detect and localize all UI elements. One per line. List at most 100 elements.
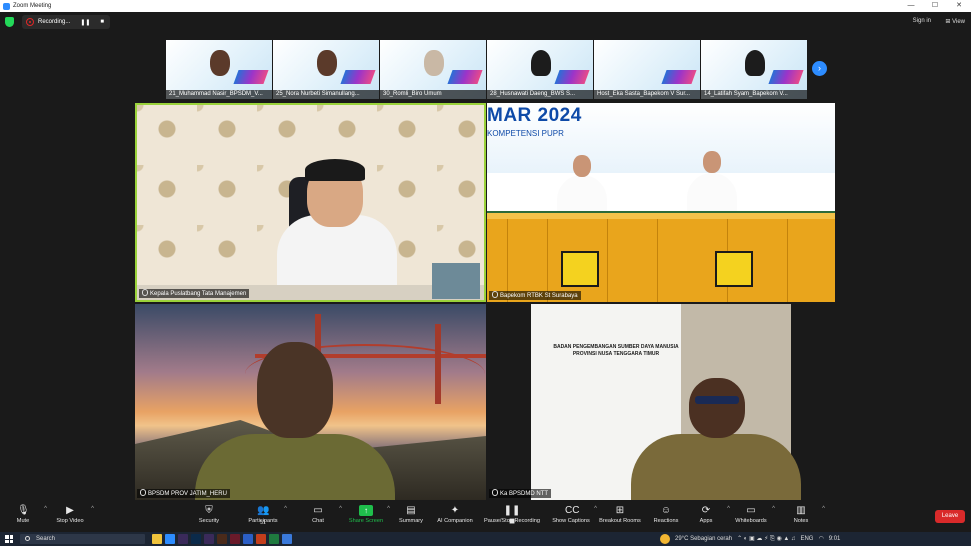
leave-button[interactable]: Leave bbox=[935, 510, 965, 523]
summary-label: Summary bbox=[399, 518, 423, 524]
slide-decoration bbox=[233, 70, 269, 84]
skirt-fold bbox=[787, 213, 788, 302]
pause-recording-label: Pause/Stop Recording bbox=[484, 518, 540, 524]
pause-stop-recording-button[interactable]: ❚❚ ■ Pause/Stop Recording bbox=[476, 505, 548, 527]
video-camera-icon: ▶ bbox=[66, 505, 74, 516]
stop-recording-icon[interactable]: ■ bbox=[100, 19, 104, 25]
participant-face bbox=[317, 50, 337, 76]
participant-thumbnail[interactable]: Host_Eka Sasta_Bapekom V Sur... bbox=[594, 40, 700, 99]
slide-decoration bbox=[661, 70, 697, 84]
chevron-up-icon[interactable]: ^ bbox=[284, 506, 287, 512]
captions-label: Show Captions bbox=[552, 518, 590, 524]
illustrator-icon[interactable] bbox=[217, 534, 227, 544]
taskbar-apps bbox=[152, 534, 292, 544]
weather-icon bbox=[660, 534, 670, 544]
participant-thumbnail[interactable]: 30_Romli_Biro Umum bbox=[380, 40, 486, 99]
window-titlebar: Zoom Meeting — ☐ ✕ bbox=[0, 0, 971, 12]
premiere-icon[interactable] bbox=[204, 534, 214, 544]
stop-video-button[interactable]: ▶ Stop Video ^ bbox=[42, 505, 98, 524]
chat-label: Chat bbox=[312, 518, 324, 524]
participant-thumbnail[interactable]: 25_Nora Nurbeti Simanullang... bbox=[273, 40, 379, 99]
thumbnail-label: Host_Eka Sasta_Bapekom V Sur... bbox=[594, 90, 700, 99]
recording-label: Recording... bbox=[38, 19, 71, 25]
language-indicator[interactable]: ENG bbox=[800, 534, 813, 544]
chevron-up-icon[interactable]: ^ bbox=[822, 506, 825, 512]
whiteboards-button[interactable]: ▭ Whiteboards ^ bbox=[723, 505, 779, 524]
participant-face bbox=[210, 50, 230, 76]
security-shield-icon[interactable] bbox=[5, 17, 14, 27]
participant-thumbnail[interactable]: 21_Muhammad Nasir_BPSDM_V... bbox=[166, 40, 272, 99]
pupr-emblem-icon bbox=[561, 251, 599, 287]
search-icon bbox=[25, 536, 30, 541]
thumbnail-label: 25_Nora Nurbeti Simanullang... bbox=[273, 90, 379, 99]
slide-decoration bbox=[340, 70, 376, 84]
notes-button[interactable]: ▥ Notes ^ bbox=[773, 505, 829, 524]
security-button[interactable]: ⛨ Security bbox=[181, 505, 237, 524]
clock[interactable]: 9:01 bbox=[829, 534, 841, 544]
photoshop-icon[interactable] bbox=[191, 534, 201, 544]
excel-icon[interactable] bbox=[269, 534, 279, 544]
minimize-icon[interactable]: — bbox=[899, 0, 923, 12]
presenter-face bbox=[573, 155, 591, 177]
participant-name-text: Ka BPSDMD NTT bbox=[500, 491, 549, 497]
reactions-label: Reactions bbox=[653, 518, 679, 524]
video-tile-active-speaker[interactable]: Kepala Puslatbang Tata Manajemen bbox=[135, 103, 486, 302]
windows-start-icon[interactable] bbox=[5, 535, 13, 543]
weather-text[interactable]: 29°C Sebagian cerah bbox=[675, 534, 732, 544]
video-tile[interactable]: BADAN PENGEMBANGAN SUMBER DAYA MANUSIA P… bbox=[487, 304, 835, 500]
mic-icon bbox=[492, 489, 498, 496]
slide-subtitle: KOMPETENSI PUPR bbox=[487, 129, 564, 138]
video-tile[interactable]: MAR 2024 KOMPETENSI PUPR Bapekom RTBK St… bbox=[487, 103, 835, 302]
whiteboard-icon: ▭ bbox=[746, 505, 756, 516]
stage-banner: MAR 2024 KOMPETENSI PUPR bbox=[487, 103, 835, 173]
pause-stop-icon: ❚❚ ■ bbox=[503, 505, 521, 527]
ai-companion-button[interactable]: ✦ AI Companion bbox=[427, 505, 483, 524]
participant-face bbox=[531, 50, 551, 76]
banner-text: BADAN PENGEMBANGAN SUMBER DAYA MANUSIA P… bbox=[553, 344, 679, 357]
wifi-icon[interactable]: ◠ bbox=[818, 534, 823, 544]
sign-in-link[interactable]: Sign in bbox=[913, 18, 931, 24]
taskbar-search[interactable]: Search bbox=[20, 534, 145, 544]
after-effects-icon[interactable] bbox=[178, 534, 188, 544]
word-icon[interactable] bbox=[243, 534, 253, 544]
thumbnail-label: 21_Muhammad Nasir_BPSDM_V... bbox=[166, 90, 272, 99]
next-page-icon[interactable]: › bbox=[812, 61, 827, 76]
shield-icon: ⛨ bbox=[205, 505, 213, 516]
browser-icon[interactable] bbox=[282, 534, 292, 544]
maximize-icon[interactable]: ☐ bbox=[923, 0, 947, 12]
glasses bbox=[695, 396, 739, 404]
close-icon[interactable]: ✕ bbox=[947, 0, 971, 12]
zoom-app-icon[interactable] bbox=[165, 534, 175, 544]
powerpoint-icon[interactable] bbox=[256, 534, 266, 544]
view-label: View bbox=[952, 19, 965, 25]
mic-icon bbox=[142, 289, 148, 296]
chevron-up-icon[interactable]: ^ bbox=[91, 506, 94, 512]
table-skirt bbox=[487, 213, 835, 302]
participant-face bbox=[745, 50, 765, 76]
thumbnail-label: 30_Romli_Biro Umum bbox=[380, 90, 486, 99]
participant-name: BPSDM PROV JATIM_HERU bbox=[137, 489, 230, 498]
participant-name: Kepala Puslatbang Tata Manajemen bbox=[139, 289, 250, 298]
window-title: Zoom Meeting bbox=[13, 3, 52, 9]
chat-bubble-icon: ▭ bbox=[313, 505, 323, 516]
participant-body bbox=[631, 434, 801, 500]
participant-hair bbox=[305, 159, 365, 181]
pupr-emblem-icon bbox=[715, 251, 753, 287]
participant-thumbnail[interactable]: 14_Latifah Syam_Bapekom V... bbox=[701, 40, 807, 99]
mute-label: Mute bbox=[16, 518, 30, 524]
participants-icon: 👥51 bbox=[257, 505, 270, 526]
tray-icons[interactable]: ⌃ ◐ ▣ ☁ ⚡ ⎘ ◉ ▲ ♫ bbox=[737, 534, 795, 544]
share-screen-icon: ↑ bbox=[359, 505, 373, 516]
participants-button[interactable]: 👥51 Participants ^ bbox=[235, 505, 291, 526]
pause-recording-icon[interactable]: ❚❚ bbox=[80, 19, 90, 26]
meeting-toolbar: 🎙 Mute ^ ▶ Stop Video ^ ⛨ Security 👥51 Partici… bbox=[0, 502, 971, 532]
view-button[interactable]: ⊞ View bbox=[945, 18, 965, 25]
participant-thumbnail[interactable]: 28_Husnawati Daeng_BWS S... bbox=[487, 40, 593, 99]
file-explorer-icon[interactable] bbox=[152, 534, 162, 544]
office-background: BADAN PENGEMBANGAN SUMBER DAYA MANUSIA P… bbox=[531, 304, 801, 500]
stop-video-label: Stop Video bbox=[56, 518, 84, 524]
indesign-icon[interactable] bbox=[230, 534, 240, 544]
video-tile[interactable]: BPSDM PROV JATIM_HERU bbox=[135, 304, 486, 500]
slide-decoration bbox=[554, 70, 590, 84]
notes-label: Notes bbox=[793, 518, 809, 524]
